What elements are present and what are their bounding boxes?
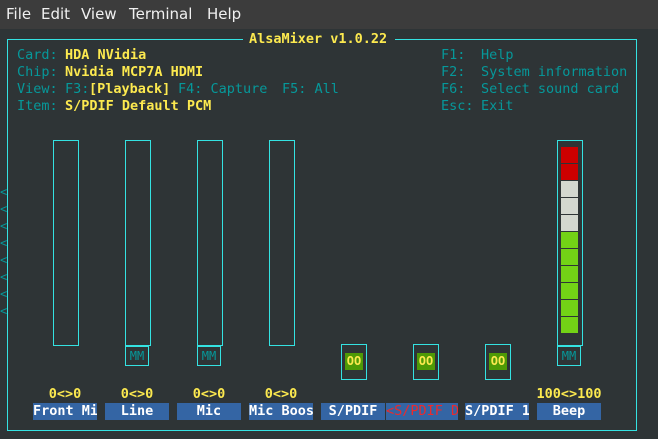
frame-top-left xyxy=(7,39,243,40)
spdif-default-switch-state: OO xyxy=(417,353,435,370)
spdif-default-label-selected[interactable]: <S/PDIF D> xyxy=(386,403,458,420)
scroll-left-arrows[interactable]: < < < < < < < < xyxy=(0,184,7,320)
help-f2-key: F2: xyxy=(441,64,466,80)
item-label: Item: xyxy=(17,98,58,114)
mic-volume-bar[interactable] xyxy=(197,140,223,346)
spdif-1-label[interactable]: S/PDIF 1 xyxy=(465,403,529,420)
spdif-1-switch[interactable]: OO xyxy=(485,344,511,380)
beep-level-segment xyxy=(561,215,578,232)
chip-value: Nvidia MCP7A HDMI xyxy=(65,64,204,80)
line-mute-indicator[interactable]: MM xyxy=(125,346,149,366)
mic-boost-volume-bar[interactable] xyxy=(269,140,295,346)
front-mic-value: 0<>0 xyxy=(48,386,82,402)
menu-bar: File Edit View Terminal Help xyxy=(0,0,658,29)
beep-level-segment xyxy=(561,317,578,334)
help-f6-key: F6: xyxy=(441,81,466,97)
help-f6-text: Select sound card xyxy=(481,81,620,97)
spdif-label[interactable]: S/PDIF xyxy=(321,403,385,420)
mic-boost-label[interactable]: Mic Boos xyxy=(249,403,313,420)
mic-value: 0<>0 xyxy=(192,386,226,402)
item-value: S/PDIF Default PCM xyxy=(65,98,212,114)
front-mic-label[interactable]: Front Mi xyxy=(33,403,97,420)
menu-edit[interactable]: Edit xyxy=(41,5,70,23)
line-value: 0<>0 xyxy=(120,386,154,402)
mic-boost-value: 0<>0 xyxy=(264,386,298,402)
frame-right xyxy=(636,39,637,431)
beep-level-segment xyxy=(561,198,578,215)
card-value: HDA NVidia xyxy=(65,47,147,63)
beep-level-segment xyxy=(561,283,578,300)
app-title: AlsaMixer v1.0.22 xyxy=(249,31,388,47)
view-label: View: xyxy=(17,81,58,97)
help-f2-text: System information xyxy=(481,64,628,80)
spdif-switch-state: OO xyxy=(345,353,363,370)
beep-level-segment xyxy=(561,249,578,266)
view-f3-key: F3: xyxy=(65,81,90,97)
front-mic-volume-bar[interactable] xyxy=(53,140,79,346)
view-all[interactable]: F5: All xyxy=(282,81,339,98)
spdif-default-switch[interactable]: OO xyxy=(413,344,439,380)
frame-bottom xyxy=(7,430,637,431)
beep-level-segment xyxy=(561,181,578,198)
menu-view[interactable]: View xyxy=(81,5,117,23)
spdif-switch[interactable]: OO xyxy=(341,344,367,380)
beep-mute-indicator[interactable]: MM xyxy=(557,346,581,366)
frame-top-right xyxy=(395,39,636,40)
chip-label: Chip: xyxy=(17,64,58,80)
beep-level-segment xyxy=(561,300,578,317)
beep-value: 100<>100 xyxy=(536,386,602,402)
menu-help[interactable]: Help xyxy=(207,5,241,23)
help-f1-key: F1: xyxy=(441,47,466,63)
help-esc-text: Exit xyxy=(481,98,514,114)
view-playback[interactable]: [Playback] xyxy=(89,81,170,98)
menu-terminal[interactable]: Terminal xyxy=(129,5,192,23)
view-capture[interactable]: F4: Capture xyxy=(178,81,267,98)
beep-label[interactable]: Beep xyxy=(537,403,601,420)
help-esc-key: Esc: xyxy=(441,98,474,114)
help-f1-text: Help xyxy=(481,47,514,63)
beep-level-segment xyxy=(561,147,578,164)
line-volume-bar[interactable] xyxy=(125,140,151,346)
beep-level-segment xyxy=(561,232,578,249)
mic-mute-indicator[interactable]: MM xyxy=(197,346,221,366)
beep-level-segment xyxy=(561,266,578,283)
beep-level-segment xyxy=(561,164,578,181)
mic-label[interactable]: Mic xyxy=(177,403,241,420)
line-label[interactable]: Line xyxy=(105,403,169,420)
terminal-area[interactable]: AlsaMixer v1.0.22 Card: HDA NVidia Chip:… xyxy=(0,29,658,439)
menu-file[interactable]: File xyxy=(6,5,31,23)
card-label: Card: xyxy=(17,47,58,63)
spdif-1-switch-state: OO xyxy=(489,353,507,370)
